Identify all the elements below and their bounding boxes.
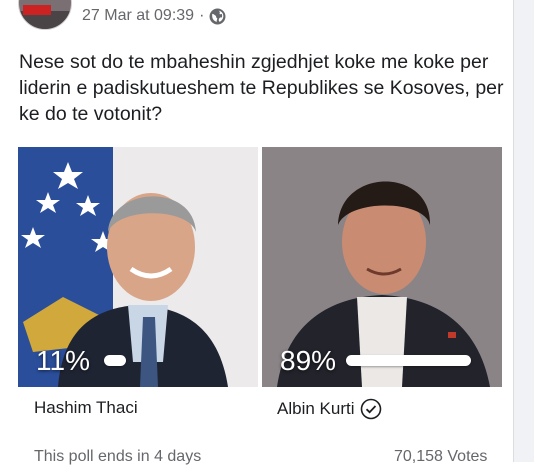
option-percent: 89% (280, 345, 337, 376)
option-name-thaci[interactable]: Hashim Thaci (34, 398, 138, 418)
post-timestamp[interactable]: 27 Mar at 09:39 (82, 7, 194, 25)
poll-question: Nese sot do te mbaheshin zgjedhjet koke … (19, 51, 504, 125)
vote-share-bar (104, 355, 244, 366)
post-meta: 27 Mar at 09:39 · (82, 5, 226, 27)
globe-icon[interactable] (209, 8, 226, 25)
vote-share-fill (346, 355, 471, 366)
option-label: Albin Kurti (277, 399, 355, 418)
vote-share-bar (346, 355, 486, 366)
poll-option-kurti[interactable]: 89% (262, 147, 502, 387)
vote-count[interactable]: 70,158 Votes (394, 448, 487, 466)
option-name-kurti[interactable]: Albin Kurti (277, 398, 382, 420)
option-label: Hashim Thaci (34, 398, 138, 417)
avatar[interactable] (18, 0, 72, 30)
check-circle-icon (361, 398, 382, 420)
poll-ends-text: This poll ends in 4 days (34, 448, 202, 465)
poll-option-thaci[interactable]: 11% (18, 147, 258, 387)
meta-separator: · (199, 7, 205, 24)
vote-share-fill (104, 355, 126, 366)
option-percent: 11% (36, 345, 90, 376)
page-gutter (513, 0, 534, 462)
